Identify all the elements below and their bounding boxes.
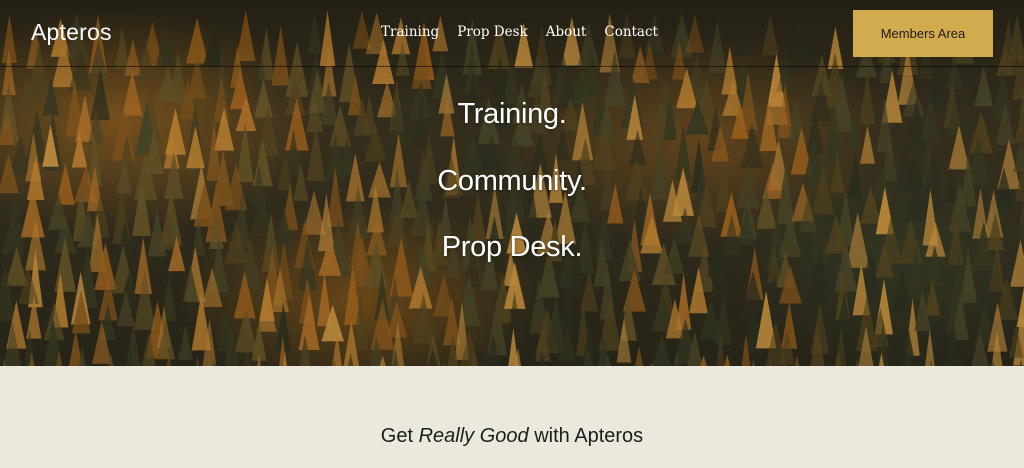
nav-link-training[interactable]: Training bbox=[381, 24, 439, 40]
hero-section: Apteros Training Prop Desk About Contact… bbox=[0, 0, 1024, 366]
nav-link-about[interactable]: About bbox=[546, 24, 587, 40]
members-area-button[interactable]: Members Area bbox=[853, 10, 993, 57]
page: Apteros Training Prop Desk About Contact… bbox=[0, 0, 1024, 468]
intro-heading-emphasis: Really Good bbox=[418, 425, 529, 447]
main-nav: Training Prop Desk About Contact bbox=[381, 24, 658, 40]
site-logo[interactable]: Apteros bbox=[31, 19, 112, 46]
intro-heading-suffix: with Apteros bbox=[534, 425, 644, 447]
nav-link-prop-desk[interactable]: Prop Desk bbox=[457, 24, 528, 40]
hero-line-prop-desk: Prop Desk. bbox=[441, 231, 583, 263]
intro-section: Get Really Good with Apteros bbox=[0, 366, 1024, 468]
nav-link-contact[interactable]: Contact bbox=[604, 24, 658, 40]
hero-line-community: Community. bbox=[437, 165, 587, 197]
hero-line-training: Training. bbox=[457, 98, 567, 130]
site-header: Apteros Training Prop Desk About Contact… bbox=[0, 0, 1024, 67]
intro-heading: Get Really Good with Apteros bbox=[0, 425, 1024, 448]
intro-heading-prefix: Get bbox=[380, 425, 414, 447]
